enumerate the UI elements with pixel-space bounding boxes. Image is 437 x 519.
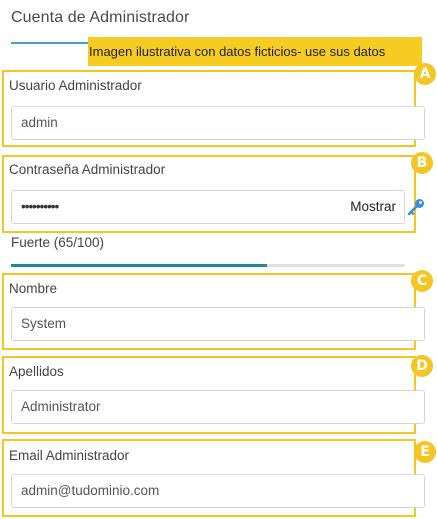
password-strength-label: Fuerte (65/100) xyxy=(11,235,105,250)
first-name-label: Nombre xyxy=(9,281,58,296)
first-name-input[interactable]: System xyxy=(11,307,425,341)
badge-e: E xyxy=(414,441,436,463)
section-title: Cuenta de Administrador xyxy=(11,9,190,26)
email-label: Email Administrador xyxy=(9,448,130,463)
password-value: •••••••••• xyxy=(21,199,59,214)
section-title-underline xyxy=(11,42,88,44)
last-name-input[interactable]: Administrator xyxy=(11,390,425,424)
last-name-value: Administrator xyxy=(21,399,101,414)
key-icon[interactable] xyxy=(406,197,426,217)
password-strength-fill xyxy=(11,264,268,267)
username-input[interactable]: admin xyxy=(11,106,425,140)
first-name-value: System xyxy=(21,316,67,331)
username-value: admin xyxy=(21,115,58,130)
last-name-label: Apellidos xyxy=(9,364,64,379)
email-value: admin@tudominio.com xyxy=(21,483,160,498)
username-label: Usuario Administrador xyxy=(9,78,142,93)
password-label: Contraseña Administrador xyxy=(9,162,166,177)
password-strength-bar xyxy=(11,264,405,267)
show-password-button[interactable]: Mostrar xyxy=(350,191,396,223)
email-input[interactable]: admin@tudominio.com xyxy=(11,474,425,508)
badge-c: C xyxy=(411,270,433,292)
badge-b: B xyxy=(411,152,433,174)
password-input[interactable]: •••••••••• Mostrar xyxy=(11,190,405,224)
illustrative-banner: Imagen ilustrativa con datos ficticios- … xyxy=(88,37,422,66)
badge-d: D xyxy=(411,355,433,377)
badge-a: A xyxy=(414,63,436,85)
